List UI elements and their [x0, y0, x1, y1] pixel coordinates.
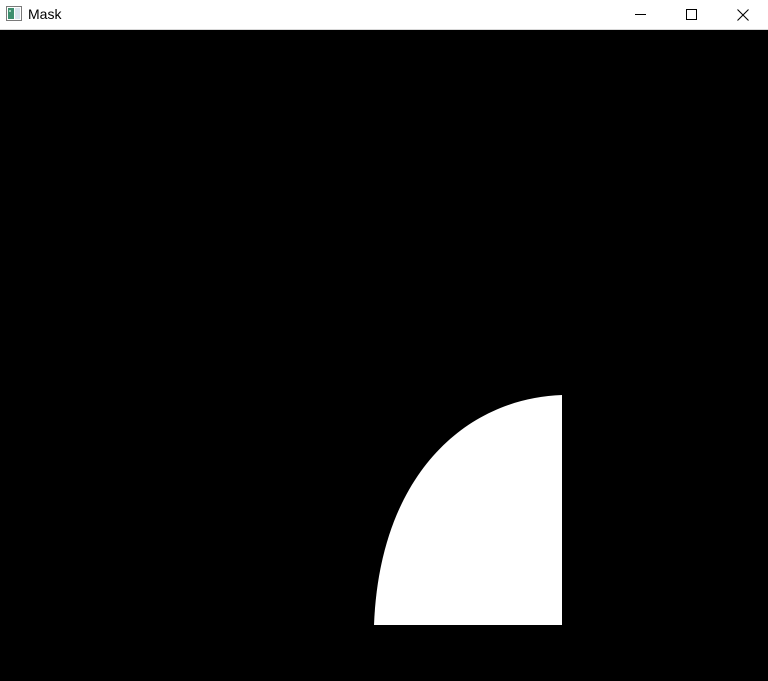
maximize-button[interactable] [666, 0, 717, 29]
close-icon [736, 8, 749, 21]
mask-image [374, 395, 562, 625]
minimize-button[interactable] [615, 0, 666, 29]
maximize-icon [686, 9, 697, 20]
window-title: Mask [28, 6, 62, 22]
mask-quarter-circle-shape [374, 395, 562, 625]
title-bar[interactable]: Mask [0, 0, 768, 30]
minimize-icon [635, 9, 646, 20]
image-window-icon [6, 6, 22, 21]
mask-canvas [0, 30, 768, 681]
window-controls [615, 0, 768, 29]
mask-window: Mask [0, 0, 768, 681]
close-button[interactable] [717, 0, 768, 29]
